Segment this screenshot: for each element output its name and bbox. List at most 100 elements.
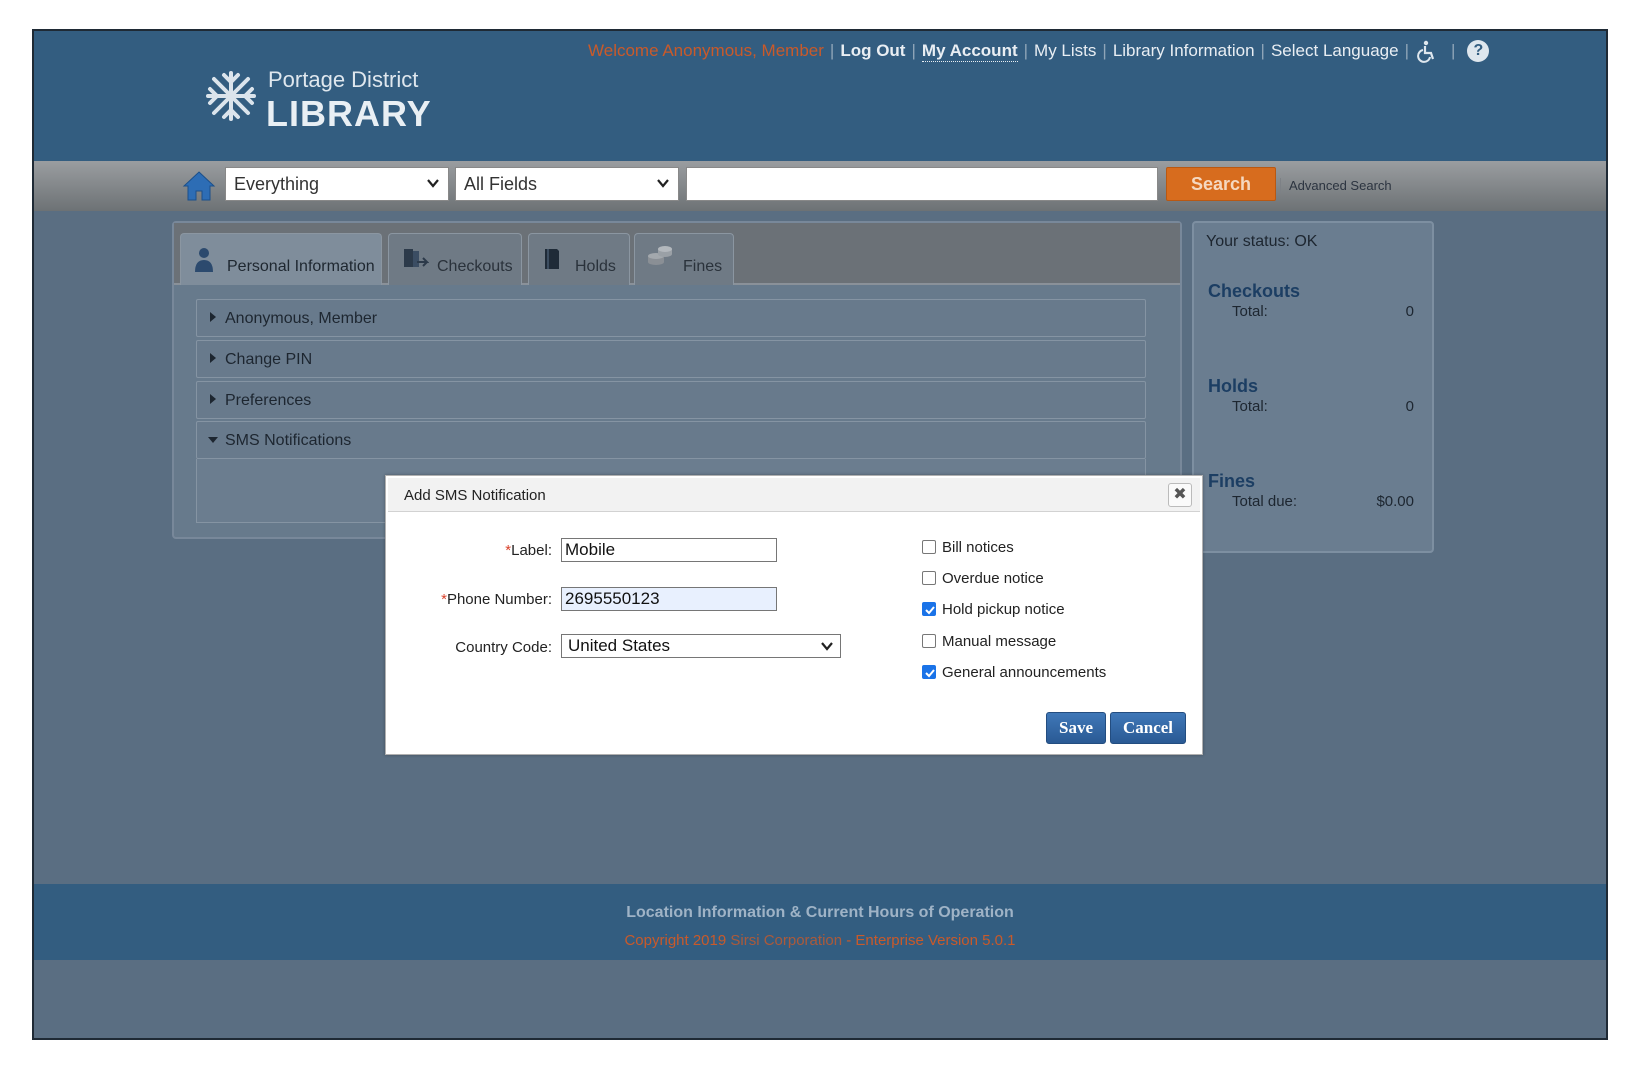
- library-name-line2: LIBRARY: [266, 93, 432, 134]
- checkbox-label: Hold pickup notice: [942, 601, 1065, 618]
- library-name-line1: Portage District: [268, 67, 419, 92]
- accordion-change-pin[interactable]: Change PIN: [196, 340, 1146, 378]
- top-navigation: Welcome Anonymous, Member | Log Out | My…: [588, 39, 1490, 63]
- holds-summary-title[interactable]: Holds: [1208, 376, 1258, 397]
- checkbox-box[interactable]: [922, 602, 936, 616]
- select-language-link[interactable]: Select Language: [1271, 41, 1399, 61]
- checkbox-box[interactable]: [922, 634, 936, 648]
- nav-separator: |: [1451, 41, 1456, 60]
- checkmark-icon: [925, 669, 935, 678]
- my-account-link[interactable]: My Account: [921, 41, 1018, 62]
- checkbox-label: Overdue notice: [942, 570, 1044, 587]
- accordion-label: Preferences: [225, 392, 312, 409]
- chevron-down-icon: [657, 179, 669, 188]
- logout-link[interactable]: Log Out: [840, 41, 905, 61]
- tab-label: Personal Information: [227, 258, 375, 275]
- accordion-label: Anonymous, Member: [225, 310, 378, 327]
- checkbox-box[interactable]: [922, 571, 936, 585]
- nav-separator: |: [1260, 41, 1265, 60]
- chevron-down-icon: [821, 642, 833, 651]
- books-icon: [404, 249, 429, 267]
- holds-total-value: 0: [1405, 398, 1414, 415]
- cancel-button[interactable]: Cancel: [1110, 712, 1186, 744]
- hours-link[interactable]: Location Information & Current Hours of …: [34, 904, 1606, 922]
- checkbox-box[interactable]: [922, 665, 936, 679]
- caret-right-icon: [210, 353, 216, 363]
- sirsi-link[interactable]: Sirsi Corporation: [730, 932, 842, 949]
- my-lists-link[interactable]: My Lists: [1034, 41, 1096, 61]
- country-code-label: Country Code:: [455, 639, 552, 656]
- accordion-preferences[interactable]: Preferences: [196, 381, 1146, 419]
- search-field-value: All Fields: [464, 174, 538, 194]
- chevron-down-icon: [427, 179, 439, 188]
- country-code-select[interactable]: United States: [561, 634, 841, 658]
- account-tabs: Personal Information Checkouts Holds Fin…: [174, 223, 1180, 285]
- fines-summary-title[interactable]: Fines: [1208, 471, 1255, 492]
- version-text: - Enterprise Version 5.0.1: [842, 932, 1016, 949]
- search-scope-value: Everything: [234, 174, 320, 194]
- book-icon: [545, 249, 559, 269]
- wheelchair-icon[interactable]: [1415, 39, 1439, 63]
- holds-total-row: Total: 0: [1232, 398, 1414, 415]
- advanced-search-link[interactable]: Advanced Search: [1280, 178, 1392, 193]
- tab-fines[interactable]: Fines: [634, 233, 734, 285]
- checkouts-total-row: Total: 0: [1232, 303, 1414, 320]
- checkbox-box[interactable]: [922, 540, 936, 554]
- checkmark-icon: [925, 606, 935, 615]
- status-text: Your status: OK: [1206, 233, 1318, 250]
- account-status-panel: Your status: OK Checkouts Total: 0 Holds…: [1192, 221, 1434, 553]
- question-circle-icon[interactable]: ?: [1467, 40, 1490, 62]
- checkbox-label: Manual message: [942, 633, 1057, 650]
- nav-separator: |: [1023, 41, 1029, 60]
- add-sms-notification-dialog: Add SMS Notification ✖ *Label: Mobile *P…: [385, 475, 1203, 755]
- checkouts-summary-title[interactable]: Checkouts: [1208, 281, 1300, 302]
- label-field-label: *Label:: [422, 542, 552, 559]
- dialog-header: Add SMS Notification ✖: [388, 478, 1200, 512]
- tab-personal-information[interactable]: Personal Information: [180, 233, 382, 285]
- phone-caption: Phone Number:: [446, 591, 552, 608]
- search-field-select[interactable]: All Fields: [455, 167, 679, 201]
- phone-number-input[interactable]: 2695550123: [561, 587, 777, 611]
- caret-right-icon: [210, 394, 216, 404]
- tab-label: Checkouts: [437, 258, 513, 275]
- site-footer: Location Information & Current Hours of …: [34, 884, 1606, 960]
- phone-field-label: *Phone Number:: [422, 591, 552, 608]
- accordion-sms-notifications[interactable]: SMS Notifications: [196, 421, 1146, 459]
- close-icon[interactable]: ✖: [1168, 483, 1192, 507]
- fines-total-value: $0.00: [1376, 493, 1414, 510]
- nav-separator: |: [911, 41, 916, 60]
- checkouts-total-value: 0: [1405, 303, 1414, 320]
- tab-label: Fines: [683, 258, 723, 275]
- dialog-title: Add SMS Notification: [404, 487, 546, 504]
- fines-total-label: Total due:: [1232, 493, 1298, 510]
- accordion-anonymous-member[interactable]: Anonymous, Member: [196, 299, 1146, 337]
- snowflake-logo-icon: [206, 71, 256, 121]
- coins-icon: [648, 246, 672, 265]
- library-information-link[interactable]: Library Information: [1113, 41, 1255, 61]
- home-icon[interactable]: [182, 169, 216, 208]
- browser-page: Portage District LIBRARY Welcome Anonymo…: [32, 29, 1608, 1040]
- checkouts-total-label: Total:: [1232, 303, 1268, 320]
- country-code-value: United States: [568, 636, 671, 655]
- tab-label: Holds: [575, 258, 616, 275]
- save-button[interactable]: Save: [1046, 712, 1106, 744]
- tab-checkouts[interactable]: Checkouts: [388, 233, 522, 285]
- search-input[interactable]: [686, 167, 1158, 201]
- fines-total-row: Total due: $0.00: [1232, 493, 1414, 510]
- nav-separator: |: [1102, 41, 1107, 60]
- holds-total-label: Total:: [1232, 398, 1268, 415]
- label-caption: Label:: [511, 542, 552, 559]
- accordion-label: SMS Notifications: [225, 432, 352, 449]
- label-input[interactable]: Mobile: [561, 538, 777, 562]
- person-icon: [195, 248, 213, 272]
- search-scope-select[interactable]: Everything: [225, 167, 449, 201]
- copyright-text: Copyright 2019 Sirsi Corporation - Enter…: [34, 932, 1606, 949]
- nav-separator: |: [829, 41, 835, 60]
- tab-holds[interactable]: Holds: [528, 233, 630, 285]
- accordion-label: Change PIN: [225, 351, 313, 368]
- search-bar: Everything All Fields Search Advanced Se…: [34, 161, 1606, 211]
- caret-down-icon: [208, 437, 218, 443]
- nav-separator: |: [1404, 41, 1409, 60]
- search-button[interactable]: Search: [1166, 167, 1276, 201]
- copyright-prefix: Copyright 2019: [624, 932, 731, 949]
